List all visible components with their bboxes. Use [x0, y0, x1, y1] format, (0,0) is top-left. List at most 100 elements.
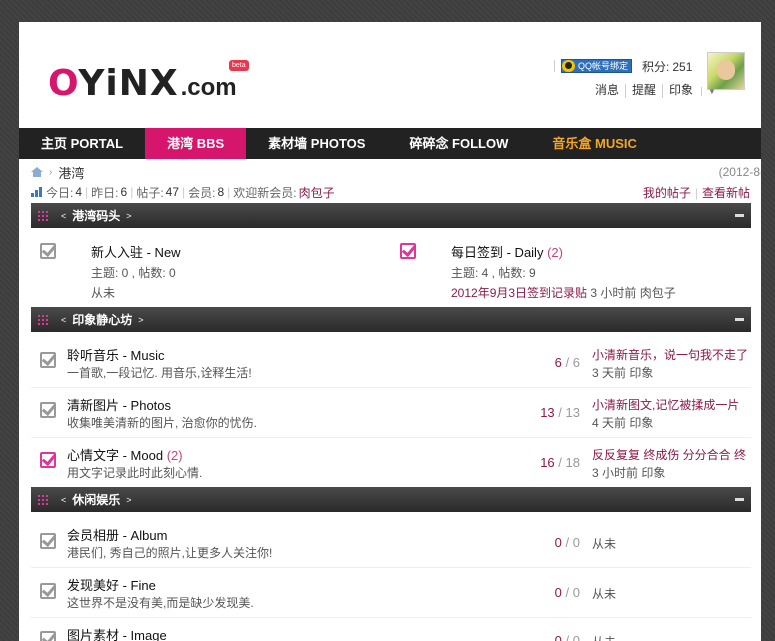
- breadcrumb: › 港湾 (2012-8-: [31, 163, 761, 182]
- user-links: 消息 提醒 印象 ▼: [595, 84, 728, 98]
- forum-stats: 今日: 4 | 昨日: 6 | 帖子: 47 | 会员: 8 | 欢迎新会员: 肉包子 我…: [31, 184, 751, 200]
- forum-desc: 收集唯美清新的图片, 治愈你的忧伤.: [67, 416, 258, 430]
- last-post-none: 从未: [592, 633, 616, 641]
- forum-read-icon: [40, 533, 56, 549]
- grid-icon: [38, 314, 48, 325]
- forum-meta: 主题: 0 , 帖数: 0: [91, 266, 176, 280]
- nav-bbs[interactable]: 港湾 BBS: [145, 128, 247, 159]
- last-post-link[interactable]: 反反复复 终成伤 分分合合 终: [592, 446, 761, 463]
- logo-text: OYiNX: [48, 63, 179, 104]
- my-posts-link[interactable]: 我的帖子: [643, 186, 691, 200]
- last-post-link[interactable]: 小清新图文,记忆被揉成一片: [592, 396, 761, 413]
- last-post-time: 3 小时前 印象: [592, 466, 666, 480]
- forum-name[interactable]: 每日签到 - Daily (2): [451, 242, 563, 261]
- new-posts-link[interactable]: 查看新帖: [702, 186, 750, 200]
- breadcrumb-current[interactable]: 港湾: [58, 163, 84, 182]
- user-bar: QQ帐号绑定 积分: 251: [554, 56, 692, 76]
- forum-name[interactable]: 清新图片 - Photos: [67, 395, 171, 414]
- forum-stats: 13 / 13: [540, 405, 580, 420]
- forum-read-icon: [40, 631, 56, 641]
- forum-stats: 0 / 0: [554, 535, 580, 550]
- arrow-right-icon: >: [126, 210, 132, 221]
- stat-members: 8: [217, 185, 225, 199]
- points-display: 积分: 251: [642, 59, 693, 74]
- points-value: 251: [672, 59, 693, 74]
- nav-follow[interactable]: 碎碎念 FOLLOW: [387, 128, 530, 159]
- forum-new-icon: [400, 243, 416, 259]
- category-title: 休闲娱乐: [72, 493, 121, 507]
- divider: [31, 567, 751, 568]
- arrow-left-icon: <: [61, 210, 67, 221]
- today-count: (2): [166, 448, 183, 463]
- forum-name[interactable]: 发现美好 - Fine: [67, 575, 156, 594]
- forum-stats: 0 / 0: [554, 633, 580, 641]
- breadcrumb-arrow-icon: ›: [49, 166, 53, 178]
- forum-name[interactable]: 新人入驻 - New: [91, 242, 181, 261]
- notifications-link[interactable]: 提醒: [625, 84, 662, 98]
- qq-bind-button[interactable]: QQ帐号绑定: [561, 59, 633, 73]
- impression-menu[interactable]: 印象 ▼: [662, 84, 728, 98]
- forum-desc: 这世界不是没有美,而是缺少发现美.: [67, 596, 254, 610]
- nav-photos[interactable]: 素材墙 PHOTOS: [246, 128, 387, 159]
- stats-chart-icon: [31, 187, 42, 197]
- last-post-link[interactable]: 小清新音乐，说一句我不走了: [592, 346, 761, 363]
- arrow-left-icon: <: [61, 314, 67, 325]
- page-frame: OYiNX .com beta QQ帐号绑定 积分: 251 消息 提醒 印象 ▼ …: [19, 22, 761, 641]
- stat-today: 4: [75, 185, 83, 199]
- forum-new-icon: [40, 452, 56, 468]
- arrow-right-icon: >: [138, 314, 144, 325]
- stat-yesterday: 6: [120, 185, 128, 199]
- forum-desc: 用文字记录此时此刻心情.: [67, 466, 203, 480]
- qq-bind-label: QQ帐号绑定: [578, 61, 629, 71]
- forum-stats: 0 / 0: [554, 585, 580, 600]
- forum-desc: 港民们, 秀自己的照片,让更多人关注你!: [67, 546, 273, 560]
- nav-music[interactable]: 音乐盒 MUSIC: [530, 128, 659, 159]
- collapse-icon[interactable]: [735, 498, 744, 501]
- new-member-link[interactable]: 肉包子: [299, 184, 335, 201]
- forum-read-icon: [40, 402, 56, 418]
- forum-read-icon: [40, 583, 56, 599]
- forum-name[interactable]: 聆听音乐 - Music: [67, 345, 165, 364]
- home-icon[interactable]: [31, 167, 43, 177]
- forum-last-post: 2012年9月3日签到记录贴 3 小时前 肉包子: [451, 286, 676, 300]
- site-logo[interactable]: OYiNX .com beta: [48, 60, 249, 104]
- header: OYiNX .com beta QQ帐号绑定 积分: 251 消息 提醒 印象 ▼: [19, 22, 761, 128]
- post-links: 我的帖子 | 查看新帖: [642, 185, 750, 200]
- arrow-left-icon: <: [61, 494, 67, 505]
- last-post-link[interactable]: 2012年9月3日签到记录贴: [451, 286, 587, 300]
- stat-posts: 47: [165, 185, 180, 199]
- collapse-icon[interactable]: [735, 214, 744, 217]
- grid-icon: [38, 494, 48, 505]
- forum-last-post: 从未: [91, 286, 116, 300]
- breadcrumb-date: (2012-8-: [718, 165, 761, 179]
- arrow-right-icon: >: [126, 494, 132, 505]
- forum-name[interactable]: 会员相册 - Album: [67, 525, 167, 544]
- forum-name[interactable]: 图片素材 - Image: [67, 625, 167, 641]
- logo-domain: .com: [180, 74, 237, 101]
- divider: [31, 387, 751, 388]
- qq-penguin-icon: [562, 60, 575, 72]
- forum-name[interactable]: 心情文字 - Mood (2): [67, 445, 183, 464]
- last-post-none: 从未: [592, 587, 617, 601]
- grid-icon: [38, 210, 48, 221]
- last-post-time: 3 天前 印象: [592, 366, 654, 380]
- beta-badge: beta: [229, 60, 249, 71]
- forum-read-icon: [40, 243, 56, 259]
- caret-down-icon: ▼: [701, 87, 722, 96]
- category-header[interactable]: < 休闲娱乐 >: [31, 487, 751, 512]
- messages-link[interactable]: 消息: [595, 84, 625, 98]
- forum-desc: 一首歌,一段记忆. 用音乐,诠释生活!: [67, 366, 252, 380]
- category-header[interactable]: < 印象静心坊 >: [31, 307, 751, 332]
- last-post-time: 4 天前 印象: [592, 416, 654, 430]
- divider: [554, 60, 555, 72]
- category-title: 港湾码头: [72, 209, 121, 223]
- collapse-icon[interactable]: [735, 318, 744, 321]
- nav-portal[interactable]: 主页 PORTAL: [19, 128, 145, 159]
- divider: [31, 437, 751, 438]
- divider: [31, 617, 751, 618]
- today-count: (2): [547, 245, 563, 260]
- category-header[interactable]: < 港湾码头 >: [31, 203, 751, 228]
- forum-read-icon: [40, 352, 56, 368]
- forum-stats: 16 / 18: [540, 455, 580, 470]
- forum-meta: 主题: 4 , 帖数: 9: [451, 266, 536, 280]
